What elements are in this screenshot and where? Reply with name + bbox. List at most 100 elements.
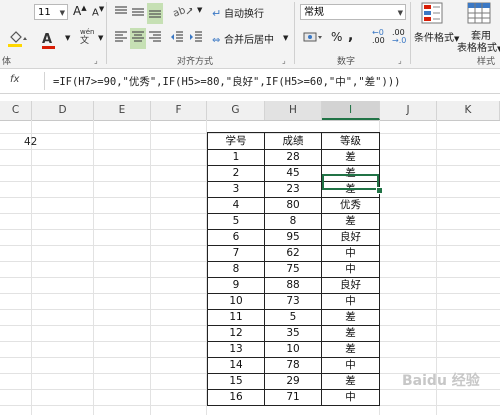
chevron-down-icon[interactable]: ▼ <box>65 34 70 42</box>
dialog-launcher-icon[interactable]: ⌟ <box>282 56 286 65</box>
grade-cell[interactable]: 良好 <box>321 277 380 294</box>
student-id-cell[interactable]: 3 <box>207 181 265 198</box>
column-header-e[interactable]: E <box>94 101 151 120</box>
fill-handle[interactable] <box>376 187 383 194</box>
student-id-cell[interactable]: 5 <box>207 213 265 230</box>
column-header-f[interactable]: F <box>151 101 207 120</box>
grade-cell[interactable]: 良好 <box>321 229 380 246</box>
percent-button[interactable]: % <box>331 30 342 44</box>
comma-style-button[interactable]: , <box>348 28 353 44</box>
grade-cell[interactable]: 差 <box>321 341 380 358</box>
divider <box>44 72 45 90</box>
font-color-button[interactable]: A <box>42 28 55 49</box>
grade-cell[interactable]: 中 <box>321 245 380 262</box>
score-cell[interactable]: 28 <box>264 149 322 166</box>
decrease-indent-icon[interactable] <box>170 29 184 48</box>
grade-cell[interactable]: 差 <box>321 373 380 390</box>
merge-center-button[interactable]: ⇔ 合并后居中 <box>212 31 274 46</box>
student-id-cell[interactable]: 15 <box>207 373 265 390</box>
increase-font-button[interactable]: A▲ <box>73 4 87 18</box>
score-cell[interactable]: 62 <box>264 245 322 262</box>
formula-input[interactable]: =IF(H7>=90,"优秀",IF(H5>=80,"良好",IF(H5>=60… <box>53 74 400 89</box>
student-id-cell[interactable]: 10 <box>207 293 265 310</box>
align-center-icon[interactable] <box>130 28 146 49</box>
column-header-g[interactable]: G <box>207 101 265 120</box>
font-size-combo[interactable]: 11 ▼ <box>34 4 68 20</box>
chevron-down-icon[interactable]: ▼ <box>283 34 288 42</box>
student-id-cell[interactable]: 13 <box>207 341 265 358</box>
format-as-table-icon[interactable] <box>467 2 493 30</box>
header-cell[interactable]: 成绩 <box>264 132 322 150</box>
score-cell[interactable]: 78 <box>264 357 322 374</box>
cell-c-value[interactable]: 42 <box>24 136 37 148</box>
student-id-cell[interactable]: 4 <box>207 197 265 214</box>
student-id-cell[interactable]: 8 <box>207 261 265 278</box>
grade-cell[interactable]: 中 <box>321 389 380 406</box>
student-id-cell[interactable]: 2 <box>207 165 265 182</box>
column-header-j[interactable]: J <box>380 101 437 120</box>
student-id-cell[interactable]: 1 <box>207 149 265 166</box>
orientation-icon[interactable]: ab <box>172 3 195 22</box>
align-left-icon[interactable] <box>114 29 128 48</box>
dialog-launcher-icon[interactable]: ⌟ <box>398 56 402 65</box>
score-cell[interactable]: 5 <box>264 309 322 326</box>
increase-decimal-button[interactable]: ←0.00 <box>372 29 385 45</box>
grade-cell[interactable]: 差 <box>321 309 380 326</box>
align-bottom-icon[interactable] <box>147 3 163 24</box>
student-id-cell[interactable]: 11 <box>207 309 265 326</box>
increase-indent-icon[interactable] <box>189 29 203 48</box>
column-header-h[interactable]: H <box>265 101 322 120</box>
grade-cell[interactable]: 差 <box>321 325 380 342</box>
conditional-format-icon[interactable] <box>421 2 447 30</box>
score-cell[interactable]: 8 <box>264 213 322 230</box>
align-top-icon[interactable] <box>114 4 128 23</box>
score-cell[interactable]: 71 <box>264 389 322 406</box>
student-id-cell[interactable]: 7 <box>207 245 265 262</box>
grade-cell[interactable]: 中 <box>321 357 380 374</box>
score-cell[interactable]: 23 <box>264 181 322 198</box>
grade-cell[interactable]: 中 <box>321 293 380 310</box>
score-cell[interactable]: 80 <box>264 197 322 214</box>
score-cell[interactable]: 10 <box>264 341 322 358</box>
score-cell[interactable]: 88 <box>264 277 322 294</box>
column-header-c[interactable]: C <box>0 101 32 120</box>
chevron-down-icon[interactable]: ▼ <box>197 6 202 14</box>
currency-format-icon[interactable] <box>303 29 323 48</box>
grade-cell[interactable]: 差 <box>321 213 380 230</box>
column-header-i[interactable]: I <box>322 101 380 120</box>
wrap-text-button[interactable]: ↵ 自动换行 <box>212 5 264 20</box>
student-id-cell[interactable]: 6 <box>207 229 265 246</box>
grade-cell[interactable]: 差 <box>321 181 380 198</box>
conditional-format-button[interactable]: 条件格式▼ <box>414 29 459 44</box>
phonetic-guide-button[interactable]: wén 文 <box>80 28 94 46</box>
grade-cell[interactable]: 优秀 <box>321 197 380 214</box>
number-format-combo[interactable]: 常规 ▼ <box>300 4 406 20</box>
grade-cell[interactable]: 中 <box>321 261 380 278</box>
score-cell[interactable]: 29 <box>264 373 322 390</box>
student-id-cell[interactable]: 12 <box>207 325 265 342</box>
score-cell[interactable]: 73 <box>264 293 322 310</box>
grade-cell[interactable]: 差 <box>321 165 380 182</box>
fx-icon[interactable]: fx <box>10 74 19 85</box>
score-cell[interactable]: 75 <box>264 261 322 278</box>
student-id-cell[interactable]: 16 <box>207 389 265 406</box>
dialog-launcher-icon[interactable]: ⌟ <box>94 56 98 65</box>
student-id-cell[interactable]: 14 <box>207 357 265 374</box>
grade-cell[interactable]: 差 <box>321 149 380 166</box>
align-middle-icon[interactable] <box>131 4 145 23</box>
header-cell[interactable]: 学号 <box>207 132 265 150</box>
chevron-down-icon[interactable]: ▼ <box>98 34 103 42</box>
column-header-k[interactable]: K <box>437 101 500 120</box>
student-id-cell[interactable]: 9 <box>207 277 265 294</box>
score-cell[interactable]: 95 <box>264 229 322 246</box>
decrease-decimal-button[interactable]: .00 →.0 <box>392 29 406 45</box>
decrease-font-button[interactable]: A▼ <box>92 5 104 18</box>
column-header-d[interactable]: D <box>32 101 94 120</box>
score-cell[interactable]: 45 <box>264 165 322 182</box>
header-cell[interactable]: 等级 <box>321 132 380 150</box>
fill-color-button[interactable] <box>8 31 28 51</box>
table-row: 3 23 差 <box>207 181 380 198</box>
align-right-icon[interactable] <box>148 29 162 48</box>
score-cell[interactable]: 35 <box>264 325 322 342</box>
format-as-table-button[interactable]: 表格格式▼ <box>457 39 500 54</box>
